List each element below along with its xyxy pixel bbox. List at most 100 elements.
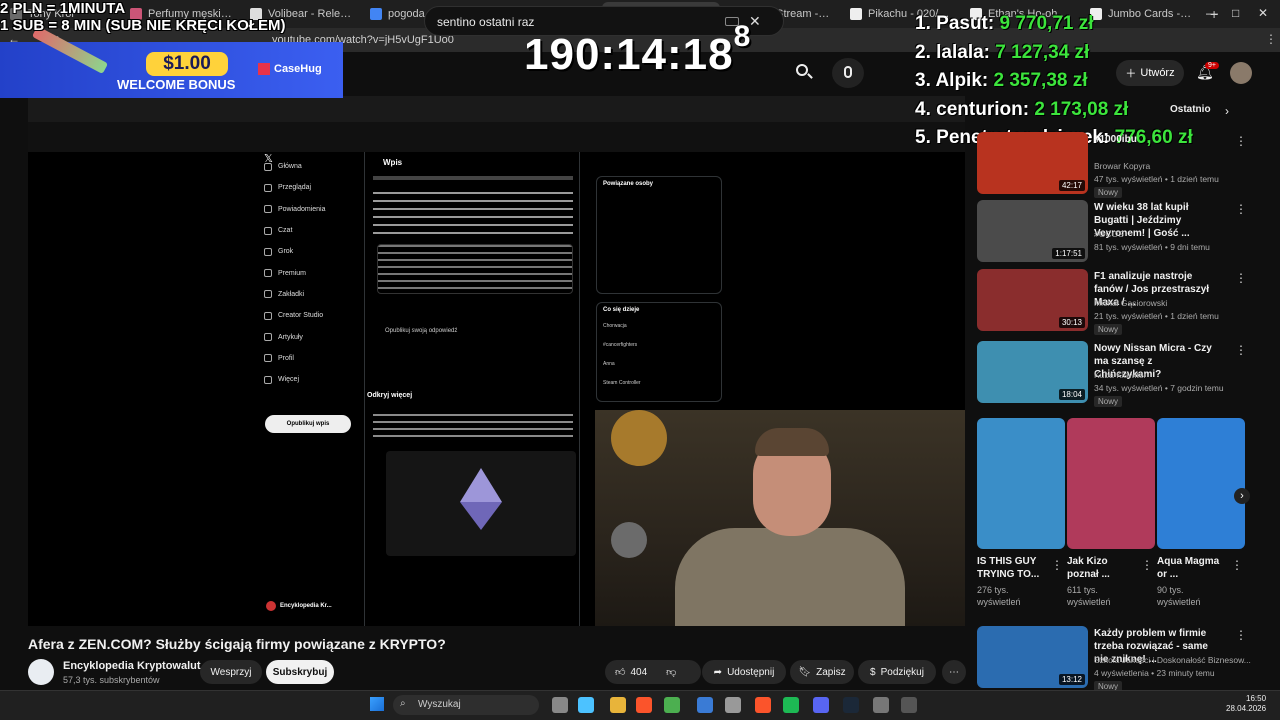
more-options-icon[interactable]: ⋮ (1235, 343, 1247, 357)
more-actions-button[interactable]: ⋯ (942, 660, 966, 684)
chip-next-icon[interactable]: › (1225, 104, 1229, 118)
thanks-icon: $ (870, 666, 876, 678)
related-video-meta: 34 tys. wyświetleń • 7 godzin temu (1094, 383, 1224, 393)
webcam-presenter (595, 410, 965, 626)
calculator-icon[interactable] (901, 697, 917, 713)
video-duration: 42:17 (1058, 180, 1085, 191)
x-nav-item: Powiadomienia (264, 199, 364, 220)
related-video-item[interactable]: 1:17:51 W wieku 38 lat kupił Bugatti | Je… (977, 200, 1257, 268)
bitcoin-coin-icon (611, 410, 667, 466)
x-nav-item: Główna (264, 156, 364, 177)
new-badge: Nowy (1094, 396, 1123, 407)
more-options-icon[interactable]: ⋮ (1141, 558, 1153, 572)
brand-logo-icon (258, 63, 270, 76)
short-views: 276 tys. wyświetleń (977, 585, 1021, 607)
video-thumbnail[interactable]: 18:04 (977, 341, 1088, 403)
thumbs-up-icon[interactable]: 👍︎ (615, 666, 625, 678)
bookmark-icon: 🔖︎ (798, 666, 812, 678)
store-icon[interactable] (697, 697, 713, 713)
account-avatar[interactable] (1230, 62, 1252, 84)
x-profile-avatar (266, 601, 276, 611)
x-nav-icon (264, 205, 272, 214)
windows-start-icon[interactable] (370, 697, 384, 711)
leaderboard-row: 4. centurion: 2 173,08 zł (915, 98, 1129, 120)
tab-favicon-icon (850, 8, 862, 20)
maximize-icon[interactable]: □ (1232, 6, 1239, 20)
short-thumbnail[interactable] (1157, 418, 1245, 549)
taskbar-search-placeholder[interactable]: Wyszukaj (418, 699, 461, 710)
x-nav-item: Creator Studio (264, 305, 364, 326)
search-button[interactable] (788, 58, 820, 88)
chrome-icon[interactable] (664, 697, 680, 713)
search-input[interactable]: sentino ostatni raz (437, 15, 534, 29)
x-nav-item: Więcej (264, 369, 364, 390)
video-browser-address (28, 122, 965, 152)
share-button[interactable]: ➦ Udostępnij (702, 660, 786, 684)
video-thumbnail[interactable]: 13:12 (977, 626, 1088, 688)
related-video-item[interactable]: 30:13 F1 analizuje nastroje fanów / Jos p… (977, 269, 1257, 337)
settings-icon[interactable] (873, 697, 889, 713)
related-video-title: #1000ibu (1094, 134, 1137, 145)
x-feed-title: Wpis (383, 158, 403, 167)
short-item[interactable]: Jak Kizo poznał ... 611 tys. wyświetleń ⋮ (1067, 418, 1155, 608)
support-button[interactable]: Wesprzyj (200, 660, 262, 684)
more-options-icon[interactable]: ⋮ (1235, 202, 1247, 216)
voice-search-button[interactable] (832, 58, 864, 88)
copilot-icon[interactable] (578, 697, 594, 713)
more-options-icon[interactable]: ⋮ (1235, 628, 1247, 642)
leaderboard-row: 2. lalala: 7 127,34 zł (915, 41, 1090, 63)
thumbs-down-icon[interactable]: 👎︎ (666, 666, 676, 678)
short-thumbnail[interactable] (1067, 418, 1155, 549)
save-button[interactable]: 🔖︎ Zapisz (790, 660, 854, 684)
shorts-next-icon[interactable]: › (1234, 488, 1250, 504)
x-nav-icon (264, 311, 272, 320)
short-thumbnail[interactable] (977, 418, 1065, 549)
x-nav-icon (264, 269, 272, 278)
spotify-icon[interactable] (783, 697, 799, 713)
video-duration: 18:04 (1058, 389, 1085, 400)
video-thumbnail[interactable]: 42:17 (977, 132, 1088, 194)
related-video-channel: Browar Kopyra (1094, 161, 1151, 171)
related-video-item[interactable]: 18:04 Nowy Nissan Micra - Czy ma szansę z… (977, 341, 1257, 409)
x-nav-item: Profil (264, 348, 364, 369)
channel-name[interactable]: Encyklopedia Kryptowalut (63, 660, 201, 672)
promo-amount: $1.00 (146, 52, 228, 76)
new-badge: Nowy (1094, 187, 1123, 198)
game-icon[interactable] (725, 697, 741, 713)
discord-icon[interactable] (813, 697, 829, 713)
close-window-icon[interactable]: ✕ (1258, 6, 1268, 20)
video-thumbnail[interactable]: 30:13 (977, 269, 1088, 331)
task-view-icon[interactable] (552, 697, 568, 713)
related-video-item[interactable]: 42:17 #1000ibu Browar Kopyra 47 tys. wyświe… (977, 132, 1257, 200)
more-options-icon[interactable]: ⋮ (1051, 558, 1063, 572)
video-duration: 1:17:51 (1052, 248, 1085, 259)
brave-icon[interactable] (636, 697, 652, 713)
more-options-icon[interactable]: ⋮ (1235, 134, 1247, 148)
video-player[interactable]: 𝕏 Główna Przeglądaj Powiadomienia Czat Grok P… (28, 96, 965, 626)
minimize-icon[interactable]: — (1206, 6, 1218, 20)
thanks-button[interactable]: $ Podziękuj (858, 660, 936, 684)
x-nav-icon (264, 226, 272, 235)
video-thumbnail[interactable]: 1:17:51 (977, 200, 1088, 262)
short-item[interactable]: Aqua Magma or ... 90 tys. wyświetleń ⋮ (1157, 418, 1245, 608)
ethereum-logo-icon (460, 468, 502, 502)
subscribe-button[interactable]: Subskrybuj (266, 660, 334, 684)
more-options-icon[interactable]: ⋮ (1231, 558, 1243, 572)
short-views: 611 tys. wyświetleń (1067, 585, 1111, 607)
related-video-item[interactable]: 13:12 Każdy problem w firmie trzeba rozwi… (977, 626, 1257, 694)
channel-avatar[interactable] (28, 659, 54, 685)
like-count[interactable]: 404 (630, 667, 647, 678)
short-title: Aqua Magma or ... (1157, 556, 1220, 580)
more-options-icon[interactable]: ⋮ (1235, 271, 1247, 285)
leaderboard-row: 3. Alpik: 2 357,38 zł (915, 70, 1088, 91)
files-icon[interactable] (610, 697, 626, 713)
taskbar-search[interactable] (393, 695, 539, 715)
brave-beta-icon[interactable] (755, 697, 771, 713)
x-right-column: Powiązane osoby Co się dzieje Chorwacja … (596, 176, 722, 410)
subathon-timer: 190:14:188 (524, 20, 752, 79)
x-nav-item: Artykuły (264, 326, 364, 347)
short-item[interactable]: IS THIS GUY TRYING TO... 276 tys. wyświet… (977, 418, 1065, 608)
menu-icon[interactable]: ⋮ (1265, 32, 1277, 46)
video-title: Afera z ZEN.COM? Służby ścigają firmy po… (28, 636, 446, 652)
steam-icon[interactable] (843, 697, 859, 713)
